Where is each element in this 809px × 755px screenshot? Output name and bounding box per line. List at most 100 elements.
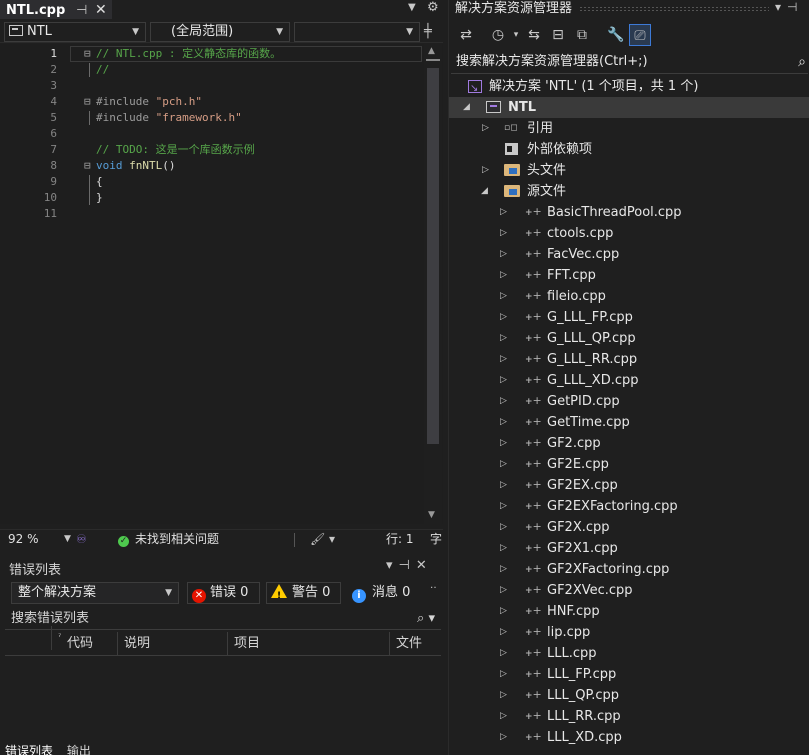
collapsed-arrow-icon[interactable]: ▷: [500, 412, 507, 433]
collapsed-arrow-icon[interactable]: ▷: [500, 328, 507, 349]
tree-node-source-file[interactable]: ▷ ++ LLL.cpp: [449, 643, 809, 664]
pin-icon[interactable]: ⊣: [76, 2, 87, 19]
document-tab[interactable]: NTL.cpp ⊣ ✕: [0, 0, 112, 19]
collapsed-arrow-icon[interactable]: ▷: [500, 244, 507, 265]
tree-node-source-file[interactable]: ▷ ++ FFT.cpp: [449, 265, 809, 286]
warnings-filter-button[interactable]: ! 警告 0: [266, 582, 341, 604]
collapsed-arrow-icon[interactable]: ▷: [500, 433, 507, 454]
tab-error-list[interactable]: 错误列表: [5, 744, 54, 755]
tree-node-source-file[interactable]: ▷ ++ HNF.cpp: [449, 601, 809, 622]
show-all-files-icon[interactable]: ⧉: [571, 24, 593, 46]
error-search-input[interactable]: 搜索错误列表 ⌕ ▾: [5, 608, 441, 630]
tree-node-source-file[interactable]: ▷ ++ GetTime.cpp: [449, 412, 809, 433]
solution-search-input[interactable]: 搜索解决方案资源管理器(Ctrl+;) ⌕: [451, 52, 808, 74]
tree-node-source-file[interactable]: ▷ ++ GetPID.cpp: [449, 391, 809, 412]
tree-node-source-file[interactable]: ▷ ++ G_LLL_FP.cpp: [449, 307, 809, 328]
member-dropdown[interactable]: ▼: [294, 22, 420, 42]
collapsed-arrow-icon[interactable]: ▷: [500, 454, 507, 475]
tree-node-source-file[interactable]: ▷ ++ lip.cpp: [449, 622, 809, 643]
fold-toggle-icon[interactable]: ⊟: [84, 46, 91, 62]
collapsed-arrow-icon[interactable]: ▷: [500, 601, 507, 622]
collapsed-arrow-icon[interactable]: ▷: [500, 475, 507, 496]
error-scope-dropdown[interactable]: 整个解决方案 ▼: [11, 582, 179, 604]
tree-node-source-file[interactable]: ▷ ++ G_LLL_XD.cpp: [449, 370, 809, 391]
tree-node-header-files[interactable]: ▷ 头文件: [449, 160, 809, 181]
column-icon-header[interactable]: ˀ: [5, 626, 61, 656]
collapsed-arrow-icon[interactable]: ▷: [500, 517, 507, 538]
tree-node-source-file[interactable]: ▷ ++ GF2XFactoring.cpp: [449, 559, 809, 580]
close-tab-icon[interactable]: ✕: [95, 2, 107, 19]
tree-node-source-file[interactable]: ▷ ++ G_LLL_RR.cpp: [449, 349, 809, 370]
collapsed-arrow-icon[interactable]: ▷: [500, 580, 507, 601]
tree-node-source-file[interactable]: ▷ ++ fileio.cpp: [449, 286, 809, 307]
column-header-file[interactable]: 文件: [389, 632, 441, 656]
tree-node-source-file[interactable]: ▷ ++ GF2.cpp: [449, 433, 809, 454]
back-forward-icon[interactable]: ⇆: [523, 24, 545, 46]
code-line[interactable]: {: [96, 174, 103, 190]
scroll-down-icon[interactable]: ▼: [428, 510, 435, 520]
tree-node-source-file[interactable]: ▷ ++ GF2EX.cpp: [449, 475, 809, 496]
code-line[interactable]: void fnNTL(): [96, 158, 176, 174]
copilot-icon[interactable]: ♾: [76, 530, 87, 549]
tree-node-project[interactable]: ◢ NTL: [449, 97, 809, 118]
fold-toggle-icon[interactable]: ⊟: [84, 94, 91, 110]
column-header-description[interactable]: 说明: [117, 632, 227, 656]
collapsed-arrow-icon[interactable]: ▷: [500, 727, 507, 748]
tree-node-source-file[interactable]: ▷ ++ LLL_XD.cpp: [449, 727, 809, 748]
properties-wrench-icon[interactable]: 🔧: [605, 24, 627, 46]
editor-vertical-scrollbar[interactable]: ▲ ▼: [424, 44, 442, 524]
collapsed-arrow-icon[interactable]: ▷: [500, 496, 507, 517]
collapsed-arrow-icon[interactable]: ▷: [500, 202, 507, 223]
tree-node-source-file[interactable]: ▷ ++ BasicThreadPool.cpp: [449, 202, 809, 223]
zoom-level[interactable]: 92 %: [8, 530, 39, 549]
scrollbar-thumb[interactable]: [427, 68, 439, 444]
code-line[interactable]: // NTL.cpp : 定义静态库的函数。: [96, 46, 281, 62]
fold-toggle-icon[interactable]: ⊟: [84, 158, 91, 174]
tree-node-source-file[interactable]: ▷ ++ LLL_RR.cpp: [449, 706, 809, 727]
collapsed-arrow-icon[interactable]: ▷: [500, 286, 507, 307]
tree-node-source-file[interactable]: ▷ ++ LLL_FP.cpp: [449, 664, 809, 685]
tree-node-source-file[interactable]: ▷ ++ GF2X.cpp: [449, 517, 809, 538]
collapsed-arrow-icon[interactable]: ▷: [500, 265, 507, 286]
collapsed-arrow-icon[interactable]: ▷: [500, 307, 507, 328]
split-window-icon[interactable]: ╪: [424, 24, 432, 39]
errors-filter-button[interactable]: ✕ 错误 0: [187, 582, 260, 604]
tree-node-source-file[interactable]: ▷ ++ GF2EXFactoring.cpp: [449, 496, 809, 517]
tab-list-dropdown-icon[interactable]: ▼: [408, 2, 416, 13]
panel-drag-grip[interactable]: [579, 6, 769, 11]
sync-view-icon[interactable]: ⇄: [455, 24, 477, 46]
messages-filter-button[interactable]: i 消息 0: [347, 582, 425, 604]
brush-icon[interactable]: 🖌 ▾: [310, 530, 335, 549]
column-header-project[interactable]: 项目: [227, 632, 389, 656]
tree-node-external-deps[interactable]: 外部依赖项: [449, 139, 809, 160]
zoom-dropdown-icon[interactable]: ▼: [64, 530, 71, 549]
collapsed-arrow-icon[interactable]: ▷: [482, 118, 489, 139]
overflow-icon[interactable]: ‥: [430, 580, 437, 591]
code-line[interactable]: //: [96, 62, 109, 78]
panel-window-icons[interactable]: ▾⊣✕: [386, 558, 433, 573]
collapsed-arrow-icon[interactable]: ▷: [500, 664, 507, 685]
tree-node-source-file[interactable]: ▷ ++ GF2E.cpp: [449, 454, 809, 475]
collapsed-arrow-icon[interactable]: ▷: [500, 391, 507, 412]
tree-node-source-files[interactable]: ◢ 源文件: [449, 181, 809, 202]
gear-icon[interactable]: ⚙: [427, 0, 439, 15]
code-line[interactable]: #include "pch.h": [96, 94, 202, 110]
collapsed-arrow-icon[interactable]: ▷: [500, 706, 507, 727]
tree-node-source-file[interactable]: ▷ ++ ctools.cpp: [449, 223, 809, 244]
collapsed-arrow-icon[interactable]: ▷: [482, 160, 489, 181]
scope-dropdown[interactable]: (全局范围) ▼: [150, 22, 290, 42]
collapsed-arrow-icon[interactable]: ▷: [500, 223, 507, 244]
expanded-arrow-icon[interactable]: ◢: [481, 181, 488, 202]
tree-node-solution[interactable]: 解决方案 'NTL' (1 个项目，共 1 个): [449, 76, 809, 99]
tree-node-source-file[interactable]: ▷ ++ GF2XVec.cpp: [449, 580, 809, 601]
collapsed-arrow-icon[interactable]: ▷: [500, 643, 507, 664]
collapsed-arrow-icon[interactable]: ▷: [500, 559, 507, 580]
collapsed-arrow-icon[interactable]: ▷: [500, 538, 507, 559]
expanded-arrow-icon[interactable]: ◢: [463, 97, 470, 118]
line-indicator[interactable]: 行: 1: [386, 530, 414, 549]
code-line[interactable]: // TODO: 这是一个库函数示例: [96, 142, 255, 158]
tree-node-source-file[interactable]: ▷ ++ LLL_QP.cpp: [449, 685, 809, 706]
code-editor[interactable]: 1 2 3 4 5 6 7 8 9 10 11 // NTL.cpp : 定义静态库的函数。 ⊟ // #…: [0, 44, 443, 524]
code-line[interactable]: }: [96, 190, 103, 206]
collapsed-arrow-icon[interactable]: ▷: [500, 370, 507, 391]
